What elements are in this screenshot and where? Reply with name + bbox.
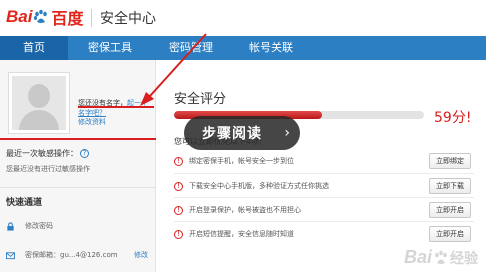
chevron-right-icon: › bbox=[284, 125, 290, 141]
annotation-underline-long bbox=[0, 138, 156, 140]
nav-tab-security-tools[interactable]: 密保工具 bbox=[68, 36, 152, 60]
edit-profile-link[interactable]: 修改资料 bbox=[78, 117, 106, 127]
alert-icon: ! bbox=[174, 229, 183, 239]
main-nav: 首页 密保工具 密码管理 帐号关联 bbox=[0, 36, 486, 60]
watermark-text-bai: Bai bbox=[403, 247, 432, 267]
divider bbox=[0, 187, 156, 188]
task-row-login-protection: ! 开启登录保护，帐号被盗也不用担心 立即开启 bbox=[174, 200, 474, 220]
default-avatar-icon bbox=[12, 76, 66, 130]
divider bbox=[174, 221, 474, 222]
quick-item-security-email: 密保邮箱：gu...4@126.com bbox=[6, 250, 118, 260]
paw-icon bbox=[435, 250, 447, 264]
alert-icon: ! bbox=[174, 156, 183, 166]
avatar[interactable] bbox=[8, 72, 70, 134]
task-text: 绑定密保手机，帐号安全一步到位 bbox=[189, 157, 294, 165]
last-operation-title: 最近一次敏感操作：? bbox=[6, 148, 89, 159]
page-title: 安全中心 bbox=[100, 11, 156, 27]
logo-text-baidu: 百度 bbox=[51, 9, 84, 28]
task-text: 下载安全中心手机版，多种验证方式任你挑选 bbox=[189, 182, 329, 190]
download-now-button[interactable]: 立即下载 bbox=[429, 178, 471, 194]
lock-icon bbox=[7, 221, 14, 231]
header-divider bbox=[91, 9, 92, 27]
security-score-title: 安全评分 bbox=[174, 92, 227, 107]
bind-now-button[interactable]: 立即绑定 bbox=[429, 153, 471, 169]
logo-text-bai: Bai bbox=[6, 7, 33, 26]
step-reading-label: 步骤阅读 bbox=[202, 126, 262, 142]
nav-tab-password-management[interactable]: 密码管理 bbox=[152, 36, 230, 60]
last-operation-label: 最近一次敏感操作： bbox=[6, 149, 78, 158]
baidu-jingyan-watermark: Bai 经验 bbox=[404, 247, 478, 268]
quick-item-label: 密保邮箱：gu...4@126.com bbox=[25, 251, 118, 259]
divider bbox=[174, 173, 474, 174]
annotation-underline bbox=[78, 106, 154, 108]
quick-item-change-password[interactable]: 修改密码 bbox=[6, 221, 53, 231]
enable-login-protection-button[interactable]: 立即开启 bbox=[429, 202, 471, 218]
watermark-text-jingyan: 经验 bbox=[450, 250, 478, 267]
alert-icon: ! bbox=[174, 181, 183, 191]
task-row-bind-phone: ! 绑定密保手机，帐号安全一步到位 立即绑定 bbox=[174, 151, 474, 171]
last-operation-desc: 您最近没有进行过敏感操作 bbox=[6, 165, 90, 173]
quick-access-title: 快速通道 bbox=[6, 198, 43, 208]
baidu-logo[interactable]: Bai 百度 bbox=[6, 6, 83, 28]
task-row-download-app: ! 下载安全中心手机版，多种验证方式任你挑选 立即下载 bbox=[174, 176, 474, 196]
help-icon[interactable]: ? bbox=[80, 149, 89, 158]
divider bbox=[174, 197, 474, 198]
nav-tab-home[interactable]: 首页 bbox=[0, 36, 68, 60]
step-reading-button[interactable]: 步骤阅读 › bbox=[184, 116, 300, 150]
mail-icon bbox=[6, 251, 15, 259]
security-score-value: 59分! bbox=[434, 110, 472, 126]
left-sidebar: 您还没有名字，起一个 名字吧？ 修改资料 最近一次敏感操作：? 您最近没有进行过… bbox=[0, 60, 156, 272]
alert-icon: ! bbox=[174, 205, 183, 215]
task-text: 开启登录保护，帐号被盗也不用担心 bbox=[189, 206, 301, 214]
nav-tab-account-linking[interactable]: 帐号关联 bbox=[230, 36, 312, 60]
quick-item-label: 修改密码 bbox=[25, 222, 53, 230]
edit-email-link[interactable]: 修改 bbox=[134, 250, 148, 260]
task-row-sms-alert: ! 开启短信提醒，安全信息随时知道 立即开启 bbox=[174, 224, 474, 244]
header: Bai 百度 安全中心 bbox=[0, 0, 486, 36]
paw-icon bbox=[34, 9, 48, 23]
task-text: 开启短信提醒，安全信息随时知道 bbox=[189, 230, 294, 238]
enable-sms-alert-button[interactable]: 立即开启 bbox=[429, 226, 471, 242]
